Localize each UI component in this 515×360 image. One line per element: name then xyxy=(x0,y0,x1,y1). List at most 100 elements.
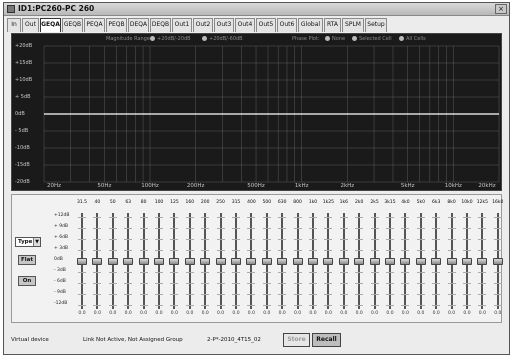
band-gain-slider[interactable] xyxy=(354,213,365,309)
slider-tick xyxy=(201,294,210,295)
slider-thumb[interactable] xyxy=(338,258,349,265)
tab-deqb[interactable]: DEQB xyxy=(150,18,171,32)
tab-rta[interactable]: RTA xyxy=(324,18,341,32)
slider-thumb[interactable] xyxy=(477,258,488,265)
band-gain-slider[interactable] xyxy=(231,213,241,309)
slider-thumb[interactable] xyxy=(400,258,411,265)
magnitude-option-60[interactable]: +20dB/-60dB xyxy=(202,36,243,42)
band-gain-slider[interactable] xyxy=(200,213,211,309)
chevron-down-icon: ▼ xyxy=(33,238,40,246)
tab-out5[interactable]: Out5 xyxy=(256,18,276,32)
slider-tick xyxy=(355,250,364,251)
band-gain-value: 0.0 xyxy=(78,311,86,316)
slider-tick xyxy=(416,228,425,229)
eq-type-select[interactable]: Type 1 ▼ xyxy=(15,237,41,247)
slider-thumb[interactable] xyxy=(261,258,272,265)
slider-thumb[interactable] xyxy=(231,258,241,265)
band-gain-slider[interactable] xyxy=(477,213,488,309)
band-gain-slider[interactable] xyxy=(323,213,334,309)
slider-thumb[interactable] xyxy=(323,258,334,265)
tab-peqa[interactable]: PEQA xyxy=(84,18,105,32)
slider-thumb[interactable] xyxy=(246,258,257,265)
slider-tick xyxy=(185,272,194,273)
slider-thumb[interactable] xyxy=(277,258,288,265)
tab-out2[interactable]: Out2 xyxy=(193,18,213,32)
slider-thumb[interactable] xyxy=(369,258,380,265)
slider-thumb[interactable] xyxy=(92,258,103,265)
band-gain-slider[interactable] xyxy=(154,213,164,309)
slider-thumb[interactable] xyxy=(431,258,442,265)
band-gain-slider[interactable] xyxy=(92,213,103,309)
band-gain-value: 0.0 xyxy=(494,311,502,316)
slider-thumb[interactable] xyxy=(123,258,134,265)
close-button[interactable]: × xyxy=(495,4,507,14)
band-gain-slider[interactable] xyxy=(415,213,426,309)
slider-thumb[interactable] xyxy=(77,258,87,265)
slider-thumb[interactable] xyxy=(200,258,211,265)
band-frequency-label: 630 xyxy=(277,200,287,205)
tab-out4[interactable]: Out4 xyxy=(235,18,255,32)
tab-in[interactable]: In xyxy=(7,18,21,32)
band-gain-slider[interactable] xyxy=(462,213,472,309)
band-gain-slider[interactable] xyxy=(338,213,349,309)
band-frequency-label: 250 xyxy=(216,200,225,205)
band-gain-slider[interactable] xyxy=(184,213,195,309)
tab-geqb[interactable]: GEQB xyxy=(62,18,83,32)
slider-thumb[interactable] xyxy=(354,258,365,265)
band-gain-slider[interactable] xyxy=(77,213,87,309)
tab-geqa[interactable]: GEQA xyxy=(40,18,61,32)
band-gain-slider[interactable] xyxy=(277,213,288,309)
band-gain-slider[interactable] xyxy=(492,213,503,309)
on-button[interactable]: On xyxy=(18,276,36,286)
store-button[interactable]: Store xyxy=(283,333,310,347)
tab-deqa[interactable]: DEQA xyxy=(128,18,149,32)
band-gain-slider[interactable] xyxy=(123,213,134,309)
band-gain-slider[interactable] xyxy=(138,213,149,309)
band-gain-slider[interactable] xyxy=(431,213,442,309)
tab-out1[interactable]: Out1 xyxy=(172,18,192,32)
slider-tick xyxy=(447,250,456,251)
band-gain-slider[interactable] xyxy=(385,213,395,309)
band-gain-slider[interactable] xyxy=(369,213,380,309)
recall-button[interactable]: Recall xyxy=(312,333,341,347)
slider-thumb[interactable] xyxy=(169,258,180,265)
slider-tick xyxy=(493,283,502,284)
band-gain-slider[interactable] xyxy=(261,213,272,309)
x-tick-label: 1kHz xyxy=(294,183,309,189)
band-gain-slider[interactable] xyxy=(246,213,257,309)
phase-option-none[interactable]: None xyxy=(325,36,345,42)
slider-thumb[interactable] xyxy=(462,258,472,265)
slider-thumb[interactable] xyxy=(492,258,503,265)
tab-setup[interactable]: Setup xyxy=(365,18,387,32)
band-gain-slider[interactable] xyxy=(107,213,118,309)
phase-option-all[interactable]: All Cells xyxy=(399,36,426,42)
slider-thumb[interactable] xyxy=(308,258,318,265)
band-gain-slider[interactable] xyxy=(308,213,318,309)
band-gain-slider[interactable] xyxy=(215,213,226,309)
slider-tick xyxy=(324,239,333,240)
slider-thumb[interactable] xyxy=(415,258,426,265)
phase-option-selected[interactable]: Selected Cell xyxy=(352,36,392,42)
band-gain-slider[interactable] xyxy=(400,213,411,309)
slider-thumb[interactable] xyxy=(385,258,395,265)
tab-global[interactable]: Global xyxy=(298,18,323,32)
tab-splm[interactable]: SPLM xyxy=(342,18,364,32)
magnitude-option-20[interactable]: +20dB/-20dB xyxy=(150,36,191,42)
slider-thumb[interactable] xyxy=(184,258,195,265)
slider-thumb[interactable] xyxy=(446,258,457,265)
tab-out3[interactable]: Out3 xyxy=(214,18,234,32)
slider-thumb[interactable] xyxy=(138,258,149,265)
slider-thumb[interactable] xyxy=(107,258,118,265)
slider-thumb[interactable] xyxy=(154,258,164,265)
tab-peqb[interactable]: PEQB xyxy=(106,18,127,32)
band-gain-slider[interactable] xyxy=(446,213,457,309)
slider-thumb[interactable] xyxy=(292,258,303,265)
tab-out6[interactable]: Out6 xyxy=(277,18,297,32)
band-gain-slider[interactable] xyxy=(169,213,180,309)
band-gain-slider[interactable] xyxy=(292,213,303,309)
slider-thumb[interactable] xyxy=(215,258,226,265)
tab-out[interactable]: Out xyxy=(22,18,39,32)
slider-tick xyxy=(493,228,502,229)
flat-button[interactable]: Flat xyxy=(18,255,36,265)
radio-selected-icon xyxy=(150,36,155,41)
